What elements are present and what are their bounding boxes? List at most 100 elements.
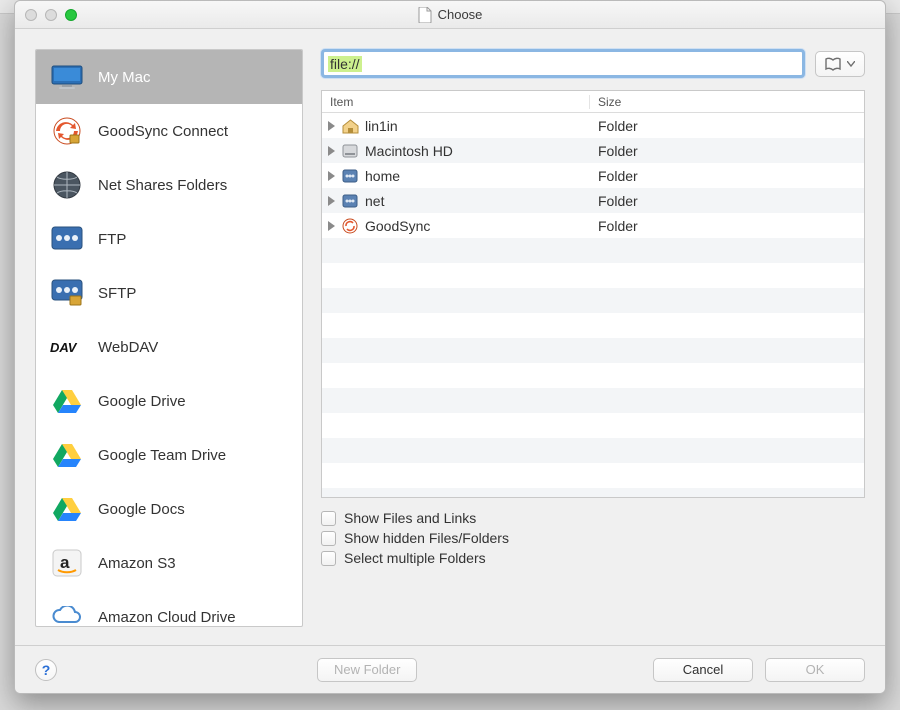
- disclosure-triangle-icon[interactable]: [328, 221, 335, 231]
- help-button[interactable]: ?: [35, 659, 57, 681]
- table-row[interactable]: Macintosh HD Folder: [322, 138, 864, 163]
- sidebar-item-label: GoodSync Connect: [98, 123, 228, 140]
- document-icon: [418, 7, 432, 23]
- table-row[interactable]: net Folder: [322, 188, 864, 213]
- choose-dialog: Choose My Mac GoodSync Connect: [14, 0, 886, 694]
- table-row-empty: [322, 463, 864, 488]
- webdav-icon: DAV: [50, 332, 84, 362]
- column-header-size[interactable]: Size: [590, 95, 864, 109]
- amazon-icon: a: [50, 548, 84, 578]
- content-column: file:// Item Size: [303, 49, 865, 635]
- sidebar-item-label: Google Docs: [98, 501, 185, 518]
- sidebar-item-google-docs[interactable]: Google Docs: [36, 482, 302, 536]
- table-row-empty: [322, 338, 864, 363]
- row-name: lin1in: [365, 118, 398, 134]
- monitor-icon: [50, 62, 84, 92]
- checkbox-box: [321, 511, 336, 526]
- table-row-empty: [322, 263, 864, 288]
- checkbox-label: Show Files and Links: [344, 510, 476, 526]
- disclosure-triangle-icon[interactable]: [328, 121, 335, 131]
- disclosure-triangle-icon[interactable]: [328, 171, 335, 181]
- volume-icon: [341, 192, 359, 210]
- globe-icon: [50, 170, 84, 200]
- table-row-empty: [322, 363, 864, 388]
- button-label: Cancel: [683, 662, 723, 677]
- sidebar-item-goodsync-connect[interactable]: GoodSync Connect: [36, 104, 302, 158]
- sidebar-item-amazon-s3[interactable]: a Amazon S3: [36, 536, 302, 590]
- book-icon: [825, 57, 843, 71]
- table-row-empty: [322, 413, 864, 438]
- new-folder-button[interactable]: New Folder: [317, 658, 417, 682]
- checkbox-box: [321, 531, 336, 546]
- ok-button[interactable]: OK: [765, 658, 865, 682]
- svg-text:DAV: DAV: [50, 340, 78, 355]
- sidebar-item-label: WebDAV: [98, 339, 158, 356]
- server-icon: [50, 224, 84, 254]
- dialog-title-text: Choose: [438, 7, 483, 22]
- checkbox-show-files[interactable]: Show Files and Links: [321, 510, 865, 526]
- dialog-footer: ? New Folder Cancel OK: [15, 645, 885, 693]
- table-row-empty: [322, 238, 864, 263]
- disclosure-triangle-icon[interactable]: [328, 196, 335, 206]
- table-row-empty: [322, 288, 864, 313]
- button-label: OK: [806, 662, 825, 677]
- table-row[interactable]: home Folder: [322, 163, 864, 188]
- window-close-button[interactable]: [25, 9, 37, 21]
- checkbox-select-multiple[interactable]: Select multiple Folders: [321, 550, 865, 566]
- row-size: Folder: [590, 218, 864, 234]
- cancel-button[interactable]: Cancel: [653, 658, 753, 682]
- row-size: Folder: [590, 143, 864, 159]
- sidebar-item-my-mac[interactable]: My Mac: [36, 50, 302, 104]
- sidebar-item-sftp[interactable]: SFTP: [36, 266, 302, 320]
- checkbox-label: Show hidden Files/Folders: [344, 530, 509, 546]
- gdrive-icon: [50, 386, 84, 416]
- hdd-icon: [341, 142, 359, 160]
- dialog-titlebar: Choose: [15, 1, 885, 29]
- row-name: net: [365, 193, 384, 209]
- table-row-empty: [322, 313, 864, 338]
- dialog-title: Choose: [15, 7, 885, 23]
- table-row[interactable]: lin1in Folder: [322, 113, 864, 138]
- sidebar-item-net-shares[interactable]: Net Shares Folders: [36, 158, 302, 212]
- row-name: home: [365, 168, 400, 184]
- file-table: Item Size lin1in Folder: [321, 90, 865, 498]
- column-header-item[interactable]: Item: [322, 95, 590, 109]
- sidebar-item-label: Google Team Drive: [98, 447, 226, 464]
- checkbox-show-hidden[interactable]: Show hidden Files/Folders: [321, 530, 865, 546]
- row-name: GoodSync: [365, 218, 430, 234]
- sidebar-item-webdav[interactable]: DAV WebDAV: [36, 320, 302, 374]
- row-size: Folder: [590, 118, 864, 134]
- sidebar-item-label: Amazon S3: [98, 555, 176, 572]
- row-size: Folder: [590, 168, 864, 184]
- path-input-text: file://: [328, 56, 362, 72]
- sidebar-item-label: FTP: [98, 231, 126, 248]
- sidebar-item-label: Net Shares Folders: [98, 177, 227, 194]
- server-lock-icon: [50, 278, 84, 308]
- sidebar-item-label: Amazon Cloud Drive: [98, 609, 236, 626]
- source-sidebar[interactable]: My Mac GoodSync Connect Net Shares Folde…: [35, 49, 303, 627]
- sidebar-item-ftp[interactable]: FTP: [36, 212, 302, 266]
- row-name: Macintosh HD: [365, 143, 453, 159]
- path-input[interactable]: file://: [321, 49, 805, 78]
- sidebar-item-google-drive[interactable]: Google Drive: [36, 374, 302, 428]
- gdrive-icon: [50, 440, 84, 470]
- table-row-empty: [322, 388, 864, 413]
- sidebar-item-google-team-drive[interactable]: Google Team Drive: [36, 428, 302, 482]
- home-icon: [341, 117, 359, 135]
- button-label: New Folder: [334, 662, 400, 677]
- window-zoom-button[interactable]: [65, 9, 77, 21]
- bookmarks-button[interactable]: [815, 51, 865, 77]
- window-minimize-button[interactable]: [45, 9, 57, 21]
- gdrive-icon: [50, 494, 84, 524]
- dialog-body: My Mac GoodSync Connect Net Shares Folde…: [15, 29, 885, 645]
- amazon-cloud-icon: [50, 602, 84, 627]
- sidebar-item-amazon-cloud-drive[interactable]: Amazon Cloud Drive: [36, 590, 302, 627]
- svg-text:a: a: [60, 553, 70, 572]
- table-row[interactable]: GoodSync Folder: [322, 213, 864, 238]
- disclosure-triangle-icon[interactable]: [328, 146, 335, 156]
- window-controls: [15, 9, 77, 21]
- goodsync-icon: [50, 116, 84, 146]
- checkbox-box: [321, 551, 336, 566]
- table-header: Item Size: [322, 91, 864, 113]
- options-group: Show Files and Links Show hidden Files/F…: [321, 510, 865, 566]
